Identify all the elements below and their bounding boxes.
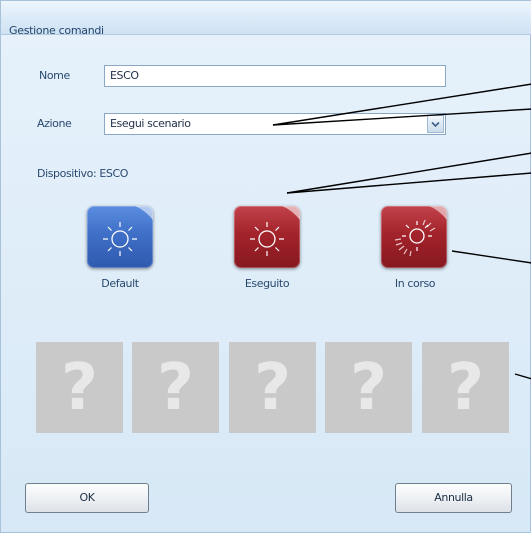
command-dialog: Gestione comandi Nome ESCO Azione Esegui… — [0, 0, 531, 533]
callout-lines — [272, 83, 531, 380]
